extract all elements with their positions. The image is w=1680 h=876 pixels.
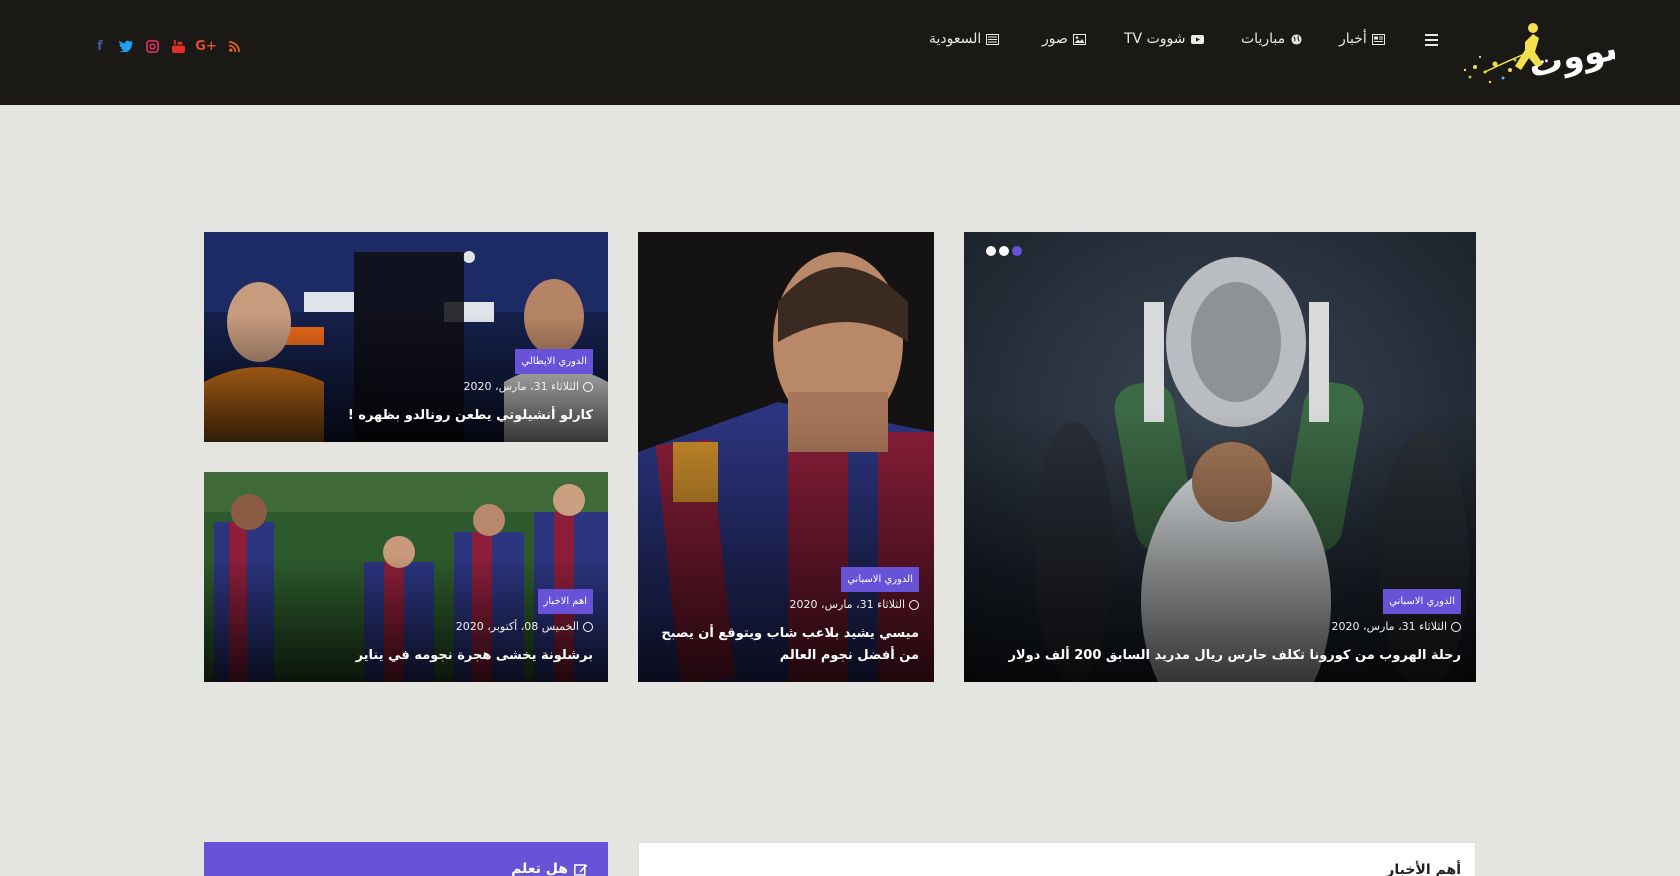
site-logo[interactable]: شووت xyxy=(1455,12,1615,96)
post-title[interactable]: كارلو أنشيلوتي يطعن رونالدو بظهره ! xyxy=(219,405,593,427)
newspaper-icon xyxy=(1371,33,1385,45)
featured-card-3[interactable]: الدوري الايطالي الثلاثاء 31، مارس، 2020 … xyxy=(204,232,608,442)
slider-dot[interactable] xyxy=(986,246,996,256)
youtube-icon[interactable] xyxy=(170,38,186,54)
nav-tv[interactable]: شووت TV xyxy=(1124,31,1204,47)
image-icon xyxy=(1072,33,1086,45)
did-you-know-title: هل تعلم xyxy=(511,861,568,876)
rss-icon[interactable] xyxy=(226,38,242,54)
post-title[interactable]: رحلة الهروب من كورونا تكلف حارس ريال مدر… xyxy=(979,645,1461,667)
edit-icon xyxy=(574,863,588,876)
clock-icon xyxy=(583,621,593,632)
featured-card-1[interactable]: الدوري الاسباني الثلاثاء 31، مارس، 2020 … xyxy=(964,232,1476,682)
google-plus-icon[interactable]: G+ xyxy=(195,38,217,54)
clock-icon xyxy=(1451,621,1461,632)
post-date: الثلاثاء 31، مارس، 2020 xyxy=(979,620,1461,633)
nav-photos[interactable]: صور xyxy=(1042,31,1086,47)
nav-saudi[interactable]: السعودية xyxy=(929,31,1000,47)
category-badge[interactable]: الدوري الاسباني xyxy=(841,567,919,592)
card-info: الدوري الايطالي الثلاثاء 31، مارس، 2020 … xyxy=(219,349,593,427)
category-badge[interactable]: الدوري الايطالي xyxy=(515,349,593,374)
youtube-play-icon xyxy=(1190,34,1204,44)
card-info: اهم الاخبار الخميس 08، أكتوبر، 2020 برشل… xyxy=(219,589,593,667)
post-title[interactable]: برشلونة يخشى هجرة نجومه في يناير xyxy=(219,645,593,667)
post-date-text: الخميس 08، أكتوبر، 2020 xyxy=(455,620,579,633)
nav-matches[interactable]: مباريات xyxy=(1241,31,1303,47)
category-badge[interactable]: اهم الاخبار xyxy=(537,589,593,614)
slider-dots xyxy=(986,246,1022,256)
slider-dot[interactable] xyxy=(999,246,1009,256)
logo-wordmark: شووت xyxy=(1525,24,1615,86)
did-you-know-widget: هل تعلم xyxy=(204,842,608,876)
clock-icon xyxy=(909,599,919,610)
post-date: الثلاثاء 31، مارس، 2020 xyxy=(653,598,919,611)
list-alt-icon xyxy=(986,33,1000,45)
top-news-widget: أهم الأخبار xyxy=(638,842,1476,876)
card-info: الدوري الاسباني الثلاثاء 31، مارس، 2020 … xyxy=(979,589,1461,667)
nav-photos-label: صور xyxy=(1042,31,1068,47)
nav-tv-label: شووت TV xyxy=(1124,31,1186,47)
card-info: الدوري الاسباني الثلاثاء 31، مارس، 2020 … xyxy=(653,567,919,667)
globe-icon xyxy=(1291,33,1302,45)
nav-news[interactable]: أخبار xyxy=(1339,31,1385,47)
hamburger-menu-icon[interactable] xyxy=(1425,34,1438,46)
top-news-title: أهم الأخبار xyxy=(1386,862,1461,876)
facebook-icon[interactable]: f xyxy=(92,38,108,54)
clock-icon xyxy=(583,381,593,392)
instagram-icon[interactable] xyxy=(144,38,160,54)
post-title[interactable]: ميسي يشيد بلاعب شاب ويتوقع أن يصبح من أف… xyxy=(653,623,919,667)
nav-saudi-label: السعودية xyxy=(929,31,982,47)
nav-news-label: أخبار xyxy=(1339,31,1367,47)
post-date-text: الثلاثاء 31، مارس، 2020 xyxy=(1331,620,1447,633)
post-date: الثلاثاء 31، مارس، 2020 xyxy=(219,380,593,393)
featured-card-4[interactable]: اهم الاخبار الخميس 08، أكتوبر، 2020 برشل… xyxy=(204,472,608,682)
twitter-icon[interactable] xyxy=(118,38,134,54)
post-date: الخميس 08، أكتوبر، 2020 xyxy=(219,620,593,633)
social-links: f G+ xyxy=(92,38,242,54)
did-you-know-header: هل تعلم xyxy=(511,861,588,876)
site-header: شووت أخبار مباريات شووت TV صور السعودية … xyxy=(0,0,1680,105)
nav-matches-label: مباريات xyxy=(1241,31,1286,47)
featured-card-2[interactable]: الدوري الاسباني الثلاثاء 31، مارس، 2020 … xyxy=(638,232,934,682)
post-date-text: الثلاثاء 31، مارس، 2020 xyxy=(463,380,579,393)
category-badge[interactable]: الدوري الاسباني xyxy=(1383,589,1461,614)
slider-dot-active[interactable] xyxy=(1012,246,1022,256)
post-date-text: الثلاثاء 31، مارس، 2020 xyxy=(789,598,905,611)
